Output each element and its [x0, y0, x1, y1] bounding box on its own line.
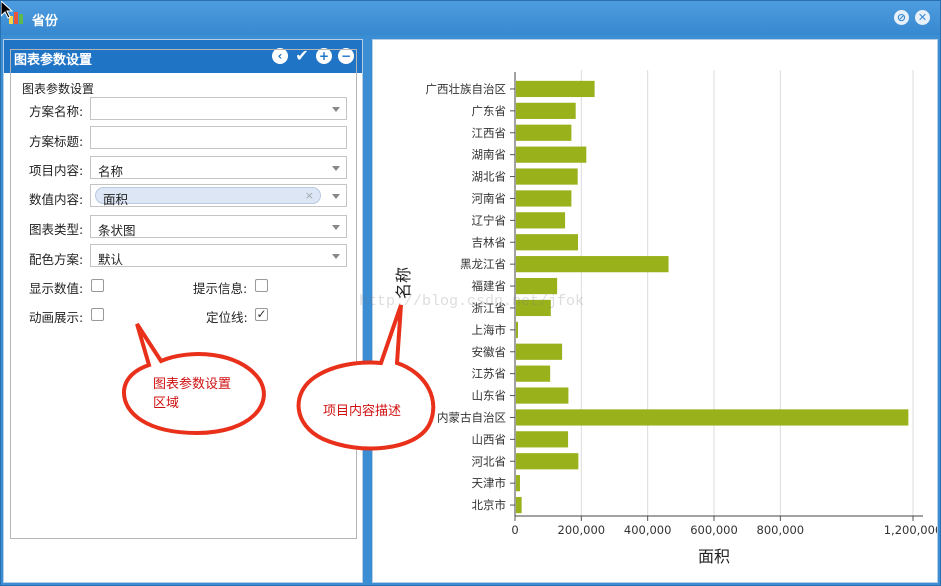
- bar: [516, 146, 587, 163]
- scheme-name-label: 方案名称:: [29, 104, 84, 119]
- y-tick-label: 广西壮族自治区: [426, 82, 507, 96]
- y-tick-label: 山西省: [472, 432, 507, 446]
- y-tick-label: 江苏省: [472, 367, 507, 381]
- color-scheme-select[interactable]: 默认: [90, 244, 347, 267]
- bar: [516, 277, 558, 295]
- bar: [516, 168, 578, 185]
- value-content-multiselect[interactable]: 面积 ×: [90, 184, 347, 207]
- chart-type-label: 图表类型:: [29, 222, 84, 237]
- app-window: 省份 ⊘ ✕ 图表参数设置 ‹ ✔ + − 图表参数设置 方案名称: 方案标题:…: [0, 0, 941, 586]
- mouse-cursor-icon: [1, 1, 13, 19]
- chevron-down-icon[interactable]: [332, 254, 340, 259]
- chart-type-value: 条状图: [98, 223, 136, 238]
- show-values-checkbox[interactable]: [91, 279, 104, 292]
- bar: [516, 234, 579, 251]
- bar: [516, 256, 669, 273]
- animation-checkbox[interactable]: [91, 308, 104, 321]
- bar: [516, 321, 518, 338]
- callout-line-1: 图表参数设置: [153, 376, 231, 392]
- fieldset-legend: 图表参数设置: [19, 80, 98, 97]
- x-tick-label: 600,000: [690, 523, 738, 537]
- tag-label: 面积: [103, 192, 129, 207]
- x-tick-label: 800,000: [757, 523, 805, 537]
- y-tick-label: 湖北省: [472, 170, 507, 184]
- bar: [516, 453, 579, 470]
- y-tick-label: 天津市: [472, 476, 507, 490]
- y-tick-label: 黑龙江省: [460, 257, 506, 271]
- item-content-select[interactable]: 名称: [90, 156, 347, 179]
- scheme-title-label: 方案标题:: [29, 134, 84, 149]
- callout-line-2: 区域: [153, 396, 179, 411]
- x-tick-label: 200,000: [558, 523, 606, 537]
- y-tick-label: 河南省: [472, 191, 507, 205]
- bar: [516, 365, 551, 382]
- item-content-value: 名称: [98, 164, 124, 179]
- callout-text: 项目内容描述: [323, 403, 401, 419]
- close-icon[interactable]: ✕: [915, 10, 930, 25]
- bar: [516, 80, 595, 98]
- y-tick-label: 广东省: [472, 104, 507, 118]
- y-tick-label: 上海市: [472, 323, 507, 337]
- chart-panel: 0 200,000 400,000 600,000 800,000 1,200,000 广西…: [372, 39, 938, 583]
- window-title: 省份: [32, 14, 59, 29]
- bar: [516, 387, 569, 404]
- chevron-down-icon[interactable]: [332, 194, 340, 199]
- y-tick-label: 河北省: [472, 454, 507, 468]
- selected-tag: 面积 ×: [95, 187, 321, 207]
- gridline-checkbox[interactable]: ✓: [255, 308, 268, 321]
- y-tick-label: 安徽省: [472, 345, 507, 359]
- scheme-name-select[interactable]: [90, 97, 347, 120]
- item-content-label: 项目内容:: [29, 163, 84, 178]
- chevron-down-icon[interactable]: [332, 107, 340, 112]
- bar: [516, 409, 909, 426]
- tooltip-label: 提示信息:: [193, 281, 248, 296]
- y-tick-label: 湖南省: [472, 148, 507, 162]
- bar: [516, 431, 569, 448]
- x-tick-label: 1,200,000: [884, 523, 937, 537]
- tooltip-checkbox[interactable]: [255, 279, 268, 292]
- bar: [516, 343, 563, 360]
- settings-area-callout: 图表参数设置 区域: [121, 322, 266, 436]
- chevron-down-icon[interactable]: [332, 225, 340, 230]
- bar: [516, 212, 566, 229]
- y-tick-label: 山东省: [472, 389, 507, 403]
- y-tick-label: 辽宁省: [472, 213, 507, 227]
- scheme-title-input[interactable]: [90, 126, 347, 149]
- animation-label: 动画展示:: [29, 310, 84, 325]
- window-titlebar: 省份 ⊘ ✕: [1, 1, 940, 35]
- chart-type-select[interactable]: 条状图: [90, 215, 347, 238]
- y-tick-label: 北京市: [472, 498, 507, 512]
- bar-chart: 0 200,000 400,000 600,000 800,000 1,200,000 广西…: [394, 70, 937, 566]
- tag-remove-icon[interactable]: ×: [305, 189, 314, 202]
- bar: [516, 124, 572, 141]
- color-scheme-label: 配色方案:: [29, 252, 84, 267]
- item-content-callout: 项目内容描述: [296, 304, 436, 451]
- bar: [516, 475, 520, 492]
- bar: [516, 190, 572, 207]
- y-tick-label: 江西省: [472, 126, 507, 140]
- x-tick-label: 400,000: [624, 523, 672, 537]
- value-content-label: 数值内容:: [29, 192, 84, 207]
- chevron-down-icon[interactable]: [332, 166, 340, 171]
- show-values-label: 显示数值:: [29, 281, 84, 296]
- bar: [516, 102, 576, 119]
- minimize-icon[interactable]: ⊘: [894, 10, 909, 25]
- x-axis-label: 面积: [698, 547, 730, 566]
- x-tick-label: 0: [511, 523, 518, 537]
- y-tick-label: 吉林省: [472, 235, 507, 249]
- y-tick-label: 福建省: [472, 279, 507, 293]
- bar: [516, 496, 522, 514]
- color-scheme-value: 默认: [98, 252, 124, 267]
